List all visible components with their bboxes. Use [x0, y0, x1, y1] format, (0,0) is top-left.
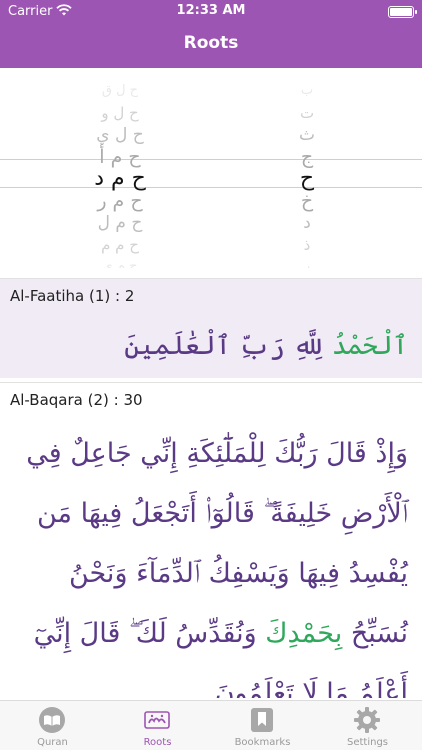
- picker-item[interactable]: ب: [262, 80, 352, 102]
- picker-item[interactable]: ح ل ي: [60, 124, 180, 146]
- picker-item[interactable]: ح م م: [60, 234, 180, 256]
- quran-book-icon: [39, 707, 65, 733]
- root-picker[interactable]: ح ل ق ح ل و ح ل ي ح م أ ح م د ح م ر ح م …: [0, 68, 422, 268]
- picker-item[interactable]: ح م ر: [60, 190, 180, 212]
- tab-bookmarks[interactable]: Bookmarks: [210, 701, 315, 750]
- picker-item[interactable]: ر: [262, 256, 352, 268]
- tab-settings[interactable]: Settings: [315, 701, 420, 750]
- verse-reference: Al-Faatiha (1) : 2: [10, 287, 135, 305]
- bookmark-icon: [251, 708, 273, 732]
- gear-icon: [354, 707, 380, 733]
- picker-item-selected[interactable]: ح: [262, 168, 352, 190]
- verse-reference: Al-Baqara (2) : 30: [10, 391, 143, 409]
- picker-item[interactable]: ح م أ: [60, 146, 180, 168]
- picker-item[interactable]: ج: [262, 146, 352, 168]
- picker-column-letters[interactable]: ب ت ث ج ح خ د ذ ر: [262, 80, 352, 268]
- picker-item[interactable]: ذ: [262, 234, 352, 256]
- battery-icon: [388, 6, 417, 18]
- root-highlight: ٱلْحَمْدُ: [331, 331, 408, 361]
- picker-item[interactable]: د: [262, 212, 352, 234]
- picker-item[interactable]: ح ل ق: [60, 80, 180, 102]
- verse-text: لِلَّهِ رَبِّ ٱلْعَٰلَمِينَ: [124, 331, 332, 361]
- tab-bar: Quran Roots Bookmarks Settings: [0, 700, 422, 750]
- page-title: Roots: [183, 33, 239, 53]
- picker-item[interactable]: ث: [262, 124, 352, 146]
- verse-text-block[interactable]: وَإِذْ قَالَ رَبُّكَ لِلْمَلَٰٓئِكَةِ إِ…: [0, 418, 422, 698]
- roots-icon: [144, 711, 170, 729]
- picker-item[interactable]: خ: [262, 190, 352, 212]
- tab-label: Bookmarks: [234, 737, 291, 748]
- picker-column-roots[interactable]: ح ل ق ح ل و ح ل ي ح م أ ح م د ح م ر ح م …: [60, 80, 180, 268]
- tab-quran[interactable]: Quran: [0, 701, 105, 750]
- status-bar: Carrier 12:33 AM: [0, 0, 422, 22]
- verse-text-selected[interactable]: ٱلْحَمْدُ لِلَّهِ رَبِّ ٱلْعَٰلَمِينَ: [0, 314, 422, 378]
- picker-item[interactable]: ح م ي: [60, 256, 180, 268]
- picker-item[interactable]: ت: [262, 102, 352, 124]
- nav-header: Carrier 12:33 AM Roots: [0, 0, 422, 68]
- picker-item[interactable]: ح م ل: [60, 212, 180, 234]
- root-highlight: بِحَمْدِكَ: [265, 618, 343, 649]
- result-header: Al-Faatiha (1) : 2: [0, 278, 422, 314]
- result-header: Al-Baqara (2) : 30: [0, 382, 422, 418]
- tab-label: Roots: [143, 737, 172, 748]
- tab-label: Settings: [346, 737, 388, 748]
- picker-item-selected[interactable]: ح م د: [60, 168, 180, 190]
- tab-roots[interactable]: Roots: [105, 701, 210, 750]
- picker-item[interactable]: ح ل و: [60, 102, 180, 124]
- tab-label: Quran: [37, 737, 68, 748]
- status-time: 12:33 AM: [176, 3, 246, 18]
